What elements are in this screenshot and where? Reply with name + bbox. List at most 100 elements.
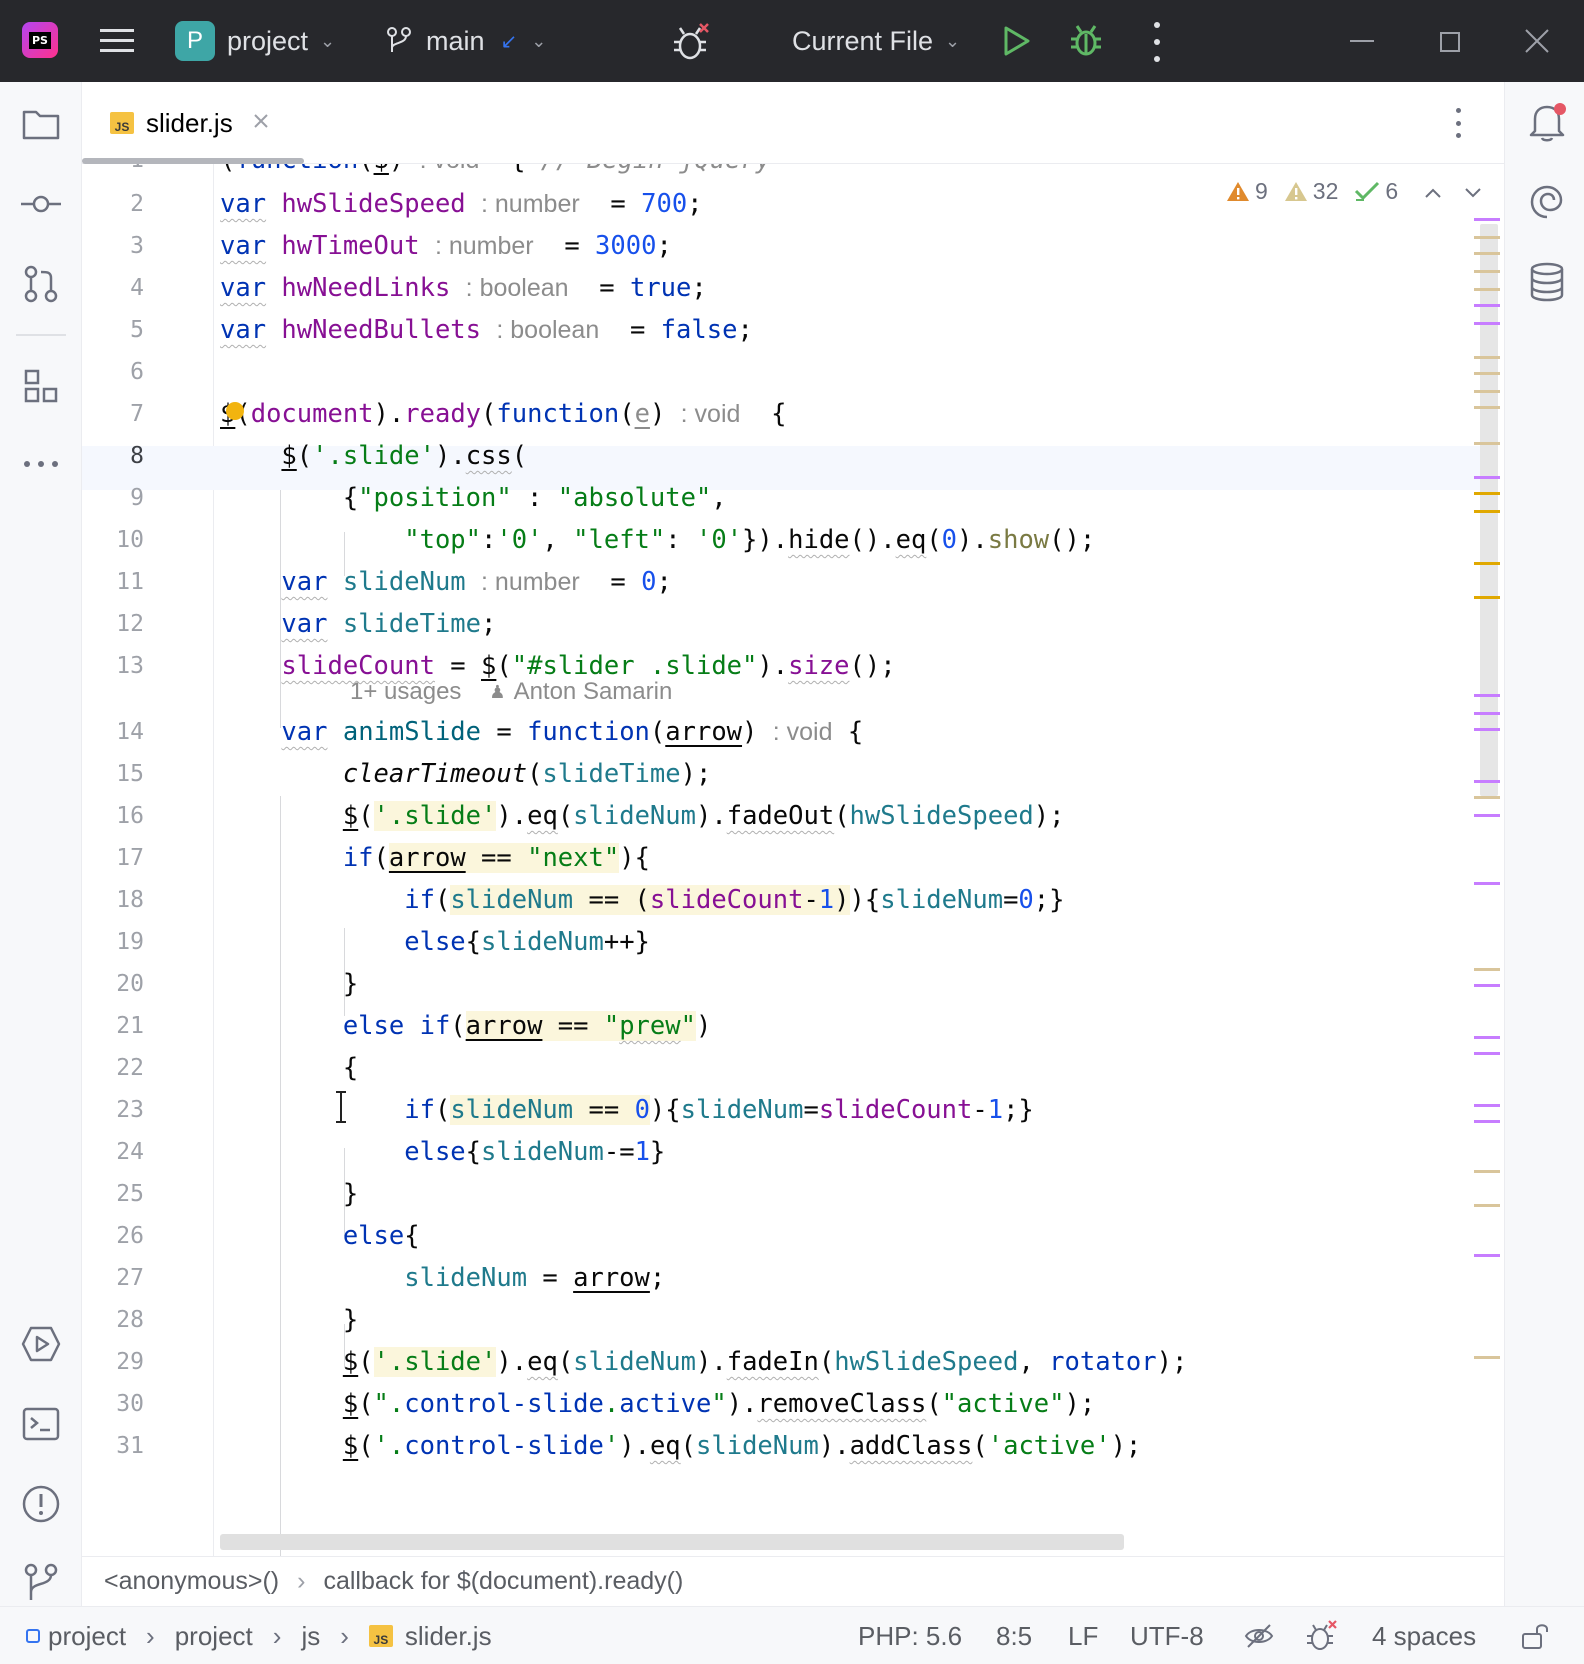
incoming-changes-icon: ↙ [500, 29, 518, 53]
unlock-icon[interactable] [1520, 1607, 1550, 1664]
previous-highlight-icon[interactable] [1424, 178, 1442, 205]
code-text: $('.slide').eq(slideNum).fadeIn(hwSlideS… [342, 1347, 1188, 1377]
chevron-right-icon: › [297, 1567, 306, 1595]
project-badge: P [175, 21, 215, 61]
line-number: 3 [130, 233, 144, 259]
stripe-mark [1474, 442, 1500, 445]
code-line: 14 var animSlide = function(arrow) : voi… [82, 710, 1482, 754]
stripe-mark [1474, 562, 1500, 565]
project-widget[interactable]: P project ⌄ [175, 20, 335, 62]
inspection-widget[interactable]: 9 32 6 [1226, 174, 1482, 208]
line-number: 30 [116, 1391, 144, 1417]
code-line: 8 $('.slide').css( [82, 434, 1482, 478]
code-text: $(document).ready(function(e) : void { [220, 399, 787, 429]
ai-assistant-icon[interactable] [1525, 180, 1569, 224]
code-text: $('.slide').eq(slideNum).fadeOut(hwSlide… [342, 801, 1065, 831]
close-tab-icon[interactable] [253, 113, 269, 133]
more-actions-icon[interactable] [1150, 22, 1164, 62]
problems-icon[interactable] [19, 1482, 63, 1526]
commit-icon[interactable] [19, 182, 63, 226]
vcs-branch-widget[interactable]: main ↙ ⌄ [386, 20, 546, 62]
code-line: 27 slideNum = arrow; [82, 1256, 1482, 1300]
debug-icon[interactable] [1068, 20, 1108, 60]
stripe-mark [1474, 390, 1500, 393]
usages-link[interactable]: 1+ usages [350, 678, 461, 706]
intention-bulb-icon[interactable] [226, 402, 244, 420]
app-logo[interactable]: PS [22, 22, 58, 58]
stripe-mark [1474, 406, 1500, 409]
code-line: 31 $('.control-slide').eq(slideNum).addC… [82, 1424, 1482, 1468]
branch-icon [387, 27, 411, 52]
line-separator[interactable]: LF [1068, 1607, 1098, 1664]
breadcrumb-item[interactable]: <anonymous>() [104, 1567, 279, 1596]
code-text: var hwNeedBullets : boolean = false; [220, 315, 753, 345]
tab-more-icon[interactable] [1456, 108, 1462, 138]
caret-position[interactable]: 8:5 [996, 1607, 1032, 1664]
code-text: if(slideNum == (slideCount-1)){slideNum=… [404, 885, 1065, 915]
close-icon[interactable] [1524, 28, 1550, 54]
stripe-mark [1474, 1120, 1500, 1123]
project-folder-icon[interactable] [19, 102, 63, 146]
php-language-level[interactable]: PHP: 5.6 [858, 1607, 962, 1664]
stripe-mark [1474, 780, 1500, 783]
debugger-disabled-icon[interactable] [1306, 1607, 1338, 1664]
nav-item[interactable]: js [301, 1621, 320, 1652]
stripe-mark [1474, 492, 1500, 495]
horizontal-scrollbar-thumb[interactable] [220, 1534, 1124, 1550]
code-line: 7 $(document).ready(function(e) : void { [82, 392, 1482, 436]
line-number: 21 [116, 1013, 144, 1039]
code-text: var hwTimeOut : number = 3000; [220, 231, 672, 261]
code-text: var hwNeedLinks : boolean = true; [220, 273, 707, 303]
database-icon[interactable] [1525, 260, 1569, 304]
terminal-icon[interactable] [19, 1402, 63, 1446]
left-tool-window-bar [0, 82, 82, 1606]
author-icon: ♟ [489, 681, 506, 702]
code-line: 26 else{ [82, 1214, 1482, 1258]
stripe-mark [1474, 304, 1500, 307]
indent-settings[interactable]: 4 spaces [1372, 1607, 1476, 1664]
code-editor[interactable]: 1 (function($) : void { // Begin jQuery … [82, 164, 1504, 1556]
chevron-down-icon: ⌄ [531, 30, 547, 52]
author-name[interactable]: Anton Samarin [514, 678, 673, 706]
file-encoding[interactable]: UTF-8 [1130, 1607, 1204, 1664]
editor-tab-bar: JS slider.js [82, 82, 1504, 164]
line-number: 28 [116, 1307, 144, 1333]
code-line: 13 slideCount = $("#slider .slide").size… [82, 644, 1482, 688]
services-icon[interactable] [19, 1322, 63, 1366]
line-number: 23 [116, 1097, 144, 1123]
stripe-mark [1474, 252, 1500, 255]
minimize-icon[interactable] [1350, 40, 1374, 42]
structure-icon[interactable] [19, 364, 63, 408]
stripe-mark [1474, 694, 1500, 697]
stripe-mark [1474, 1052, 1500, 1055]
code-text: } [220, 969, 359, 999]
main-menu-icon[interactable] [100, 24, 136, 58]
code-line: 30 $(".control-slide.active").removeClas… [82, 1382, 1482, 1426]
stripe-mark [1474, 356, 1500, 359]
editor-tab-slider-js[interactable]: JS slider.js [82, 82, 304, 164]
line-number: 5 [130, 317, 144, 343]
stripe-mark [1474, 1356, 1500, 1359]
maximize-icon[interactable] [1440, 32, 1460, 52]
git-icon[interactable] [19, 1560, 63, 1604]
code-vision-off-icon[interactable] [1244, 1607, 1274, 1664]
code-text: else if(arrow == "prew") [342, 1011, 712, 1041]
more-tool-windows-icon[interactable] [19, 442, 63, 486]
debug-disabled-icon[interactable] [672, 20, 716, 64]
notifications-icon[interactable] [1525, 100, 1569, 144]
nav-item[interactable]: slider.js [405, 1621, 492, 1652]
code-line: 11 var slideNum : number = 0; [82, 560, 1482, 604]
nav-item[interactable]: project [48, 1621, 126, 1652]
code-text: else{ [342, 1221, 420, 1251]
code-text: var hwSlideSpeed : number = 700; [220, 189, 703, 219]
run-config-selector[interactable]: Current File ⌄ [792, 20, 960, 62]
tab-title: slider.js [146, 107, 233, 138]
code-text: $('.control-slide').eq(slideNum).addClas… [342, 1431, 1142, 1461]
pull-requests-icon[interactable] [19, 262, 63, 306]
nav-item[interactable]: project [175, 1621, 253, 1652]
line-number: 19 [116, 929, 144, 955]
breadcrumb-item[interactable]: callback for $(document).ready() [323, 1567, 683, 1596]
toolbar-separator [16, 334, 66, 336]
run-icon[interactable] [1002, 22, 1040, 60]
stripe-mark [1474, 1254, 1500, 1257]
